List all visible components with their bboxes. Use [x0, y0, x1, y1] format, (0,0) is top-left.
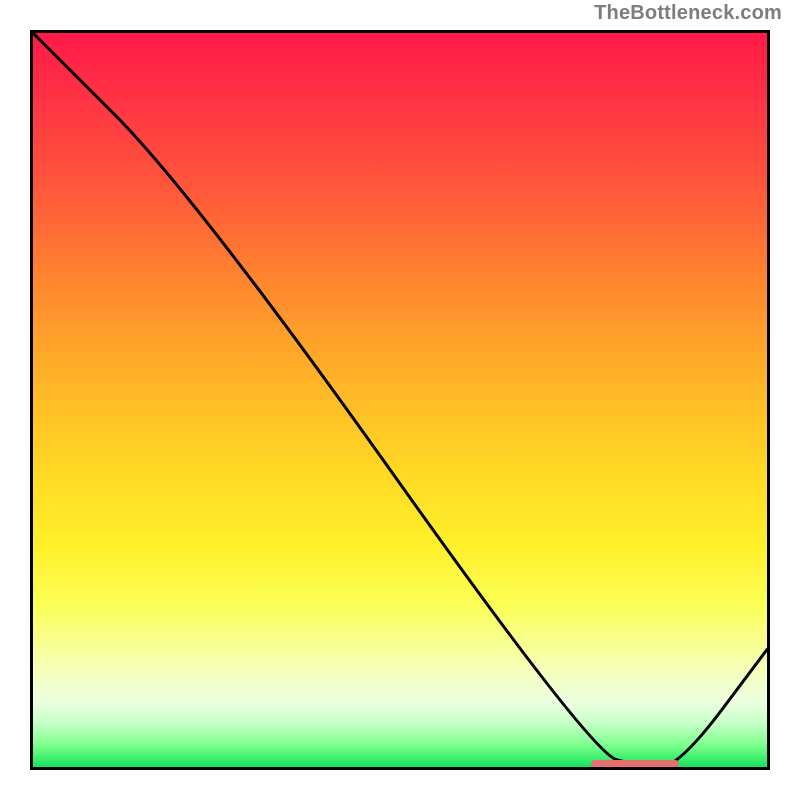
plot-area: [30, 30, 770, 770]
curve-path: [33, 33, 767, 767]
chart-container: TheBottleneck.com: [0, 0, 800, 800]
watermark-text: TheBottleneck.com: [594, 2, 782, 25]
optimal-range-marker: [591, 760, 679, 768]
line-series: [33, 33, 767, 767]
